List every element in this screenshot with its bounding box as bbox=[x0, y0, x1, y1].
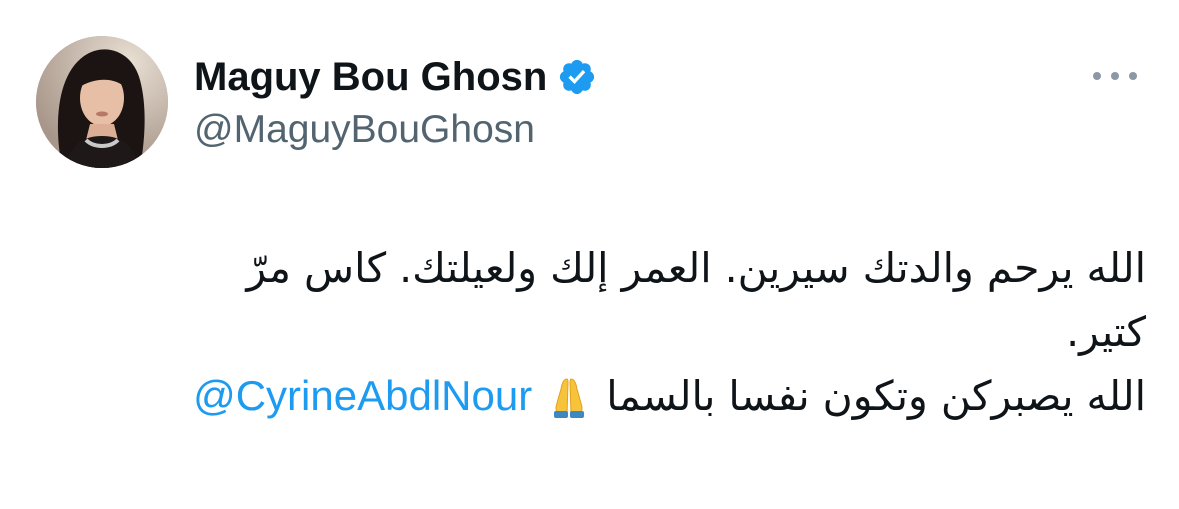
tweet-text-line: كتير. bbox=[1066, 308, 1146, 356]
folded-hands-emoji-icon bbox=[546, 373, 592, 419]
display-name[interactable]: Maguy Bou Ghosn bbox=[194, 55, 547, 100]
mention-link[interactable]: @CyrineAbdlNour bbox=[193, 364, 532, 428]
avatar[interactable] bbox=[36, 36, 168, 168]
dot-icon bbox=[1111, 72, 1119, 80]
verified-badge-icon bbox=[557, 57, 597, 97]
more-options-icon[interactable] bbox=[1093, 66, 1137, 86]
dot-icon bbox=[1093, 72, 1101, 80]
avatar-image bbox=[36, 36, 168, 168]
author-name-row: Maguy Bou Ghosn bbox=[194, 52, 597, 102]
tweet-text-segment: الله يصبركن وتكون نفسا بالسما bbox=[606, 372, 1146, 420]
dot-icon bbox=[1129, 72, 1137, 80]
tweet-text-line: الله يصبركن وتكون نفسا بالسما @CyrineAbd… bbox=[36, 364, 1146, 428]
tweet-text: الله يرحم والدتك سيرين. العمر إلك ولعيلت… bbox=[36, 236, 1146, 428]
author-handle[interactable]: @MaguyBouGhosn bbox=[194, 108, 535, 152]
tweet-text-line: الله يرحم والدتك سيرين. العمر إلك ولعيلت… bbox=[246, 244, 1146, 292]
tweet-card: Maguy Bou Ghosn @MaguyBouGhosn الله يرحم… bbox=[0, 0, 1179, 509]
